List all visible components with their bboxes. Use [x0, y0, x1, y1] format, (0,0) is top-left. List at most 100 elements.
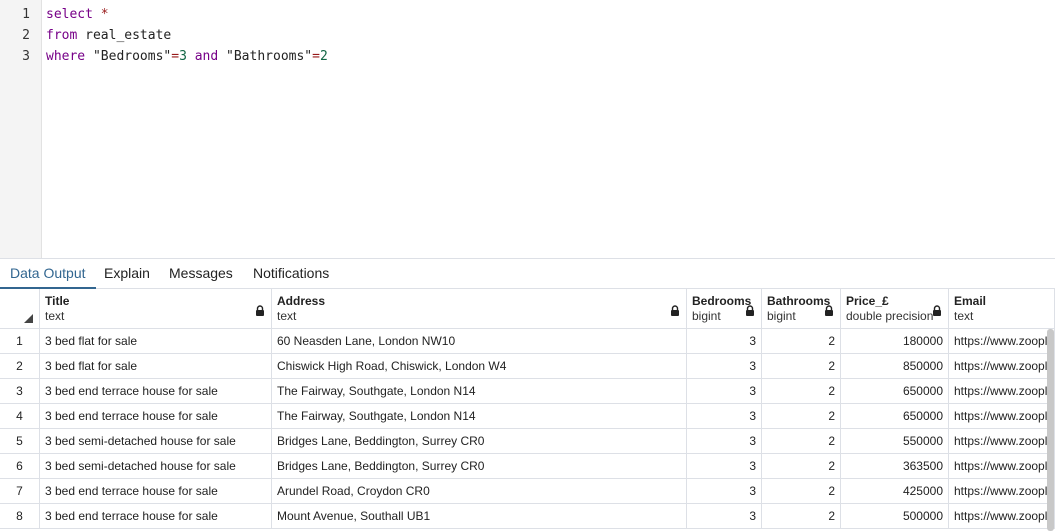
cell-address[interactable]: The Fairway, Southgate, London N14 [272, 404, 687, 428]
cell-bathrooms[interactable]: 2 [762, 379, 841, 403]
column-header-title[interactable]: Title text [40, 289, 272, 329]
cell-title[interactable]: 3 bed semi-detached house for sale [40, 454, 272, 478]
code-token: 3 [179, 49, 187, 64]
table-row[interactable]: 53 bed semi-detached house for sale Bridg… [0, 429, 1055, 454]
cell-bedrooms[interactable]: 3 [687, 504, 762, 528]
cell-address[interactable]: 60 Neasden Lane, London NW10 [272, 329, 687, 353]
column-header-email[interactable]: Email text [949, 289, 1055, 329]
cell-bedrooms[interactable]: 3 [687, 354, 762, 378]
cell-title[interactable]: 3 bed flat for sale [40, 354, 272, 378]
cell-bathrooms[interactable]: 2 [762, 479, 841, 503]
output-tabs: Data Output Explain Messages Notifications [0, 258, 1055, 289]
cell-price[interactable]: 650000 [841, 379, 949, 403]
table-row[interactable]: 23 bed flat for sale Chiswick High Road, … [0, 354, 1055, 379]
line-number-gutter: 1 2 3 [0, 0, 42, 258]
cell-bedrooms[interactable]: 3 [687, 379, 762, 403]
column-type: text [277, 309, 297, 323]
row-number[interactable]: 4 [0, 404, 40, 428]
cell-address[interactable]: Bridges Lane, Beddington, Surrey CR0 [272, 429, 687, 453]
table-row[interactable]: 83 bed end terrace house for sale Mount A… [0, 504, 1055, 529]
cell-title[interactable]: 3 bed end terrace house for sale [40, 504, 272, 528]
cell-price[interactable]: 425000 [841, 479, 949, 503]
cell-price[interactable]: 650000 [841, 404, 949, 428]
lock-icon [745, 303, 755, 316]
row-number-header[interactable] [0, 289, 40, 329]
cell-title[interactable]: 3 bed end terrace house for sale [40, 379, 272, 403]
cell-bathrooms[interactable]: 2 [762, 329, 841, 353]
cell-title[interactable]: 3 bed semi-detached house for sale [40, 429, 272, 453]
code-token: * [92, 7, 109, 22]
cell-email[interactable]: https://www.zoopla.co.uk [949, 354, 1055, 378]
cell-bathrooms[interactable]: 2 [762, 504, 841, 528]
cell-title[interactable]: 3 bed end terrace house for sale [40, 479, 272, 503]
lock-icon [932, 303, 942, 316]
table-row[interactable]: 73 bed end terrace house for sale Arundel… [0, 479, 1055, 504]
cell-bathrooms[interactable]: 2 [762, 429, 841, 453]
column-header-address[interactable]: Address text [272, 289, 687, 329]
column-header-price[interactable]: Price_£ double precision [841, 289, 949, 329]
code-line[interactable]: select * [46, 4, 109, 25]
cell-price[interactable]: 550000 [841, 429, 949, 453]
cell-price[interactable]: 850000 [841, 354, 949, 378]
line-number: 1 [22, 7, 30, 22]
tab-messages[interactable]: Messages [159, 259, 243, 289]
table-row[interactable]: 43 bed end terrace house for sale The Fai… [0, 404, 1055, 429]
row-number[interactable]: 8 [0, 504, 40, 528]
cell-email[interactable]: https://www.zoopla.co.uk [949, 429, 1055, 453]
cell-address[interactable]: Chiswick High Road, Chiswick, London W4 [272, 354, 687, 378]
cell-address[interactable]: Mount Avenue, Southall UB1 [272, 504, 687, 528]
cell-email[interactable]: https://www.zoopla.co.uk [949, 454, 1055, 478]
vertical-scrollbar[interactable] [1047, 329, 1054, 531]
cell-bedrooms[interactable]: 3 [687, 429, 762, 453]
lock-icon [670, 303, 680, 316]
row-number[interactable]: 1 [0, 329, 40, 353]
cell-address[interactable]: The Fairway, Southgate, London N14 [272, 379, 687, 403]
sql-editor[interactable]: 123 select * from real_estate where "Bedro… [0, 0, 1055, 258]
cell-price[interactable]: 180000 [841, 329, 949, 353]
cell-email[interactable]: https://www.zoopla.co.uk [949, 504, 1055, 528]
code-token: and [194, 49, 219, 64]
cell-bathrooms[interactable]: 2 [762, 404, 841, 428]
sort-triangle-icon [24, 314, 33, 323]
row-number[interactable]: 2 [0, 354, 40, 378]
table-row[interactable]: 13 bed flat for sale 60 Neasden Lane, Lon… [0, 329, 1055, 354]
row-number[interactable]: 7 [0, 479, 40, 503]
table-row[interactable]: 33 bed end terrace house for sale The Fai… [0, 379, 1055, 404]
cell-address[interactable]: Arundel Road, Croydon CR0 [272, 479, 687, 503]
cell-bedrooms[interactable]: 3 [687, 404, 762, 428]
column-header-bathrooms[interactable]: Bathrooms bigint [762, 289, 841, 329]
cell-email[interactable]: https://www.zoopla.co.uk [949, 479, 1055, 503]
cell-price[interactable]: 500000 [841, 504, 949, 528]
code-token: real_estate [77, 28, 172, 43]
code-line[interactable]: from real_estate [46, 25, 171, 46]
cell-email[interactable]: https://www.zoopla.co.uk [949, 404, 1055, 428]
cell-bathrooms[interactable]: 2 [762, 354, 841, 378]
cell-bedrooms[interactable]: 3 [687, 329, 762, 353]
line-number: 2 [22, 28, 30, 43]
tab-data-output[interactable]: Data Output [0, 259, 96, 289]
row-number[interactable]: 5 [0, 429, 40, 453]
cell-title[interactable]: 3 bed end terrace house for sale [40, 404, 272, 428]
lock-icon [824, 303, 834, 316]
lock-icon [255, 303, 265, 316]
cell-price[interactable]: 363500 [841, 454, 949, 478]
cell-address[interactable]: Bridges Lane, Beddington, Surrey CR0 [272, 454, 687, 478]
column-type: text [954, 309, 974, 323]
cell-email[interactable]: https://www.zoopla.co.uk [949, 329, 1055, 353]
tab-explain[interactable]: Explain [94, 259, 160, 289]
line-number: 3 [22, 49, 30, 64]
column-name: Title [45, 294, 70, 308]
cell-bedrooms[interactable]: 3 [687, 479, 762, 503]
code-line[interactable]: where "Bedrooms"=3 and "Bathrooms"=2 [46, 46, 328, 67]
cell-title[interactable]: 3 bed flat for sale [40, 329, 272, 353]
column-header-bedrooms[interactable]: Bedrooms bigint [687, 289, 762, 329]
cell-bathrooms[interactable]: 2 [762, 454, 841, 478]
tab-notifications[interactable]: Notifications [243, 259, 339, 289]
row-number[interactable]: 3 [0, 379, 40, 403]
row-number[interactable]: 6 [0, 454, 40, 478]
cell-bedrooms[interactable]: 3 [687, 454, 762, 478]
cell-email[interactable]: https://www.zoopla.co.uk [949, 379, 1055, 403]
code-token: select [46, 7, 93, 22]
table-row[interactable]: 63 bed semi-detached house for sale Bridg… [0, 454, 1055, 479]
